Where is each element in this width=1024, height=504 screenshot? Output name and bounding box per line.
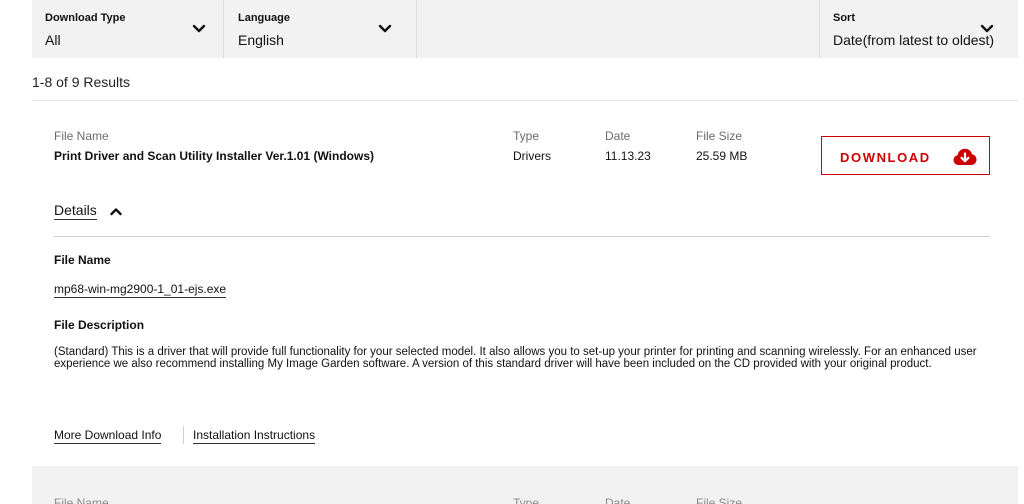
result-file-name: Print Driver and Scan Utility Installer … [54, 149, 374, 163]
link-separator [183, 426, 184, 444]
chevron-down-icon [192, 24, 206, 33]
installation-instructions-link[interactable]: Installation Instructions [193, 428, 316, 444]
cloud-download-icon [953, 148, 977, 165]
details-file-name-heading: File Name [54, 253, 111, 267]
download-type-dropdown[interactable]: Download Type All [32, 0, 224, 58]
type-header: Type [513, 129, 540, 143]
file-size-header: File Size [696, 129, 743, 143]
file-name-link[interactable]: mp68-win-mg2900-1_01-ejs.exe [54, 282, 227, 298]
divider [32, 100, 1018, 101]
file-name-header: File Name [54, 496, 109, 504]
result-date: 11.13.23 [605, 149, 651, 163]
filter-bar: Download Type All Language English Sort … [32, 0, 1018, 58]
file-name-header: File Name [54, 129, 109, 143]
result-file-size: 25.59 MB [696, 149, 748, 163]
date-header: Date [605, 496, 631, 504]
file-description: (Standard) This is a driver that will pr… [54, 346, 977, 370]
download-type-value: All [45, 32, 61, 48]
chevron-up-icon [110, 208, 122, 216]
result-card: File Name Type Date File Size [32, 466, 1018, 504]
details-toggle[interactable]: Details [54, 202, 122, 222]
download-button[interactable]: DOWNLOAD [821, 136, 990, 175]
type-header: Type [513, 496, 540, 504]
result-type: Drivers [513, 149, 551, 163]
file-size-header: File Size [696, 496, 743, 504]
sort-value: Date(from latest to oldest) [833, 32, 995, 48]
language-label: Language [238, 12, 290, 24]
file-description-heading: File Description [54, 318, 145, 332]
divider [54, 236, 990, 237]
more-download-info-link[interactable]: More Download Info [54, 428, 162, 444]
download-button-label: DOWNLOAD [840, 150, 931, 165]
results-count: 1-8 of 9 Results [32, 74, 131, 90]
sort-dropdown[interactable]: Sort Date(from latest to oldest) [819, 0, 1018, 58]
details-label: Details [54, 202, 97, 220]
download-type-label: Download Type [45, 12, 126, 24]
date-header: Date [605, 129, 631, 143]
language-dropdown[interactable]: Language English [225, 0, 417, 58]
sort-label: Sort [833, 12, 855, 24]
language-value: English [238, 32, 284, 48]
chevron-down-icon [378, 24, 392, 33]
